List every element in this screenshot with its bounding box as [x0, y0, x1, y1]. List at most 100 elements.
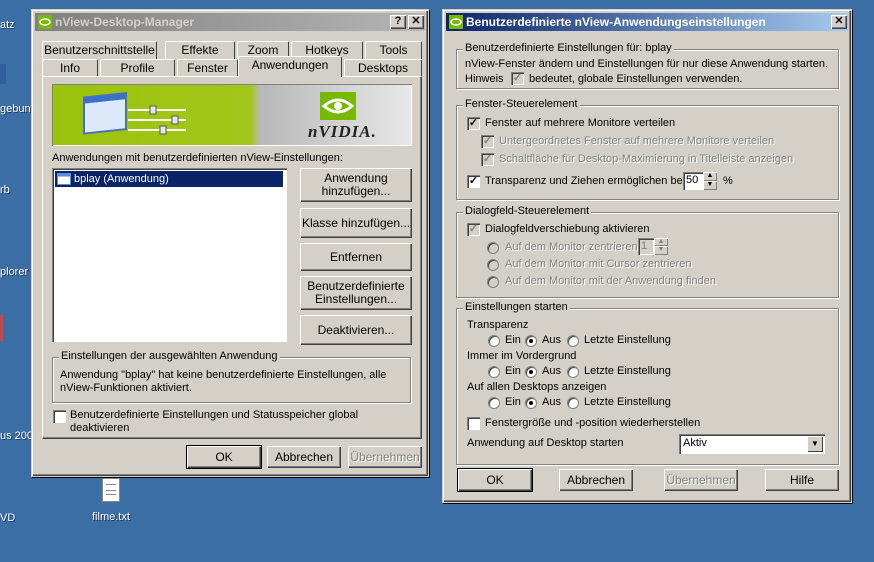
desktop-file-label[interactable]: filme.txt: [92, 511, 130, 523]
tab-tools[interactable]: Tools: [365, 41, 422, 59]
ok-button[interactable]: OK: [457, 468, 533, 492]
all-desktops-last-radio[interactable]: [567, 397, 579, 409]
transparency-drag-checkbox[interactable]: ✓: [467, 175, 480, 188]
maximize-button-label: Schaltfläche für Desktop-Maximierung in …: [499, 153, 794, 165]
all-desktops-last-label: Letzte Einstellung: [584, 396, 671, 408]
nvidia-banner: nVIDIA.: [52, 84, 412, 146]
tab-benutzerschnittstelle[interactable]: Benutzerschnittstelle: [42, 41, 157, 59]
desktop-label[interactable]: plorer: [0, 266, 28, 278]
title-bar[interactable]: nView-Desktop-Manager ? ✕: [35, 13, 425, 31]
center-cursor-label: Auf dem Monitor mit Cursor zentrieren: [505, 258, 692, 270]
transparency-percent-input[interactable]: 50: [683, 172, 703, 190]
ok-button[interactable]: OK: [186, 445, 262, 469]
list-item[interactable]: bplay (Anwendung): [55, 171, 283, 187]
group-title: Einstellungen starten: [463, 301, 570, 313]
tab-profile[interactable]: Profile: [100, 59, 175, 77]
nview-desktop-manager-window: nView-Desktop-Manager ? ✕ Benutzerschnit…: [31, 9, 429, 477]
desktop-label[interactable]: rb: [0, 184, 10, 196]
tab-info[interactable]: Info: [42, 59, 98, 77]
monitor-number-input[interactable]: 1: [638, 238, 654, 255]
center-cursor-radio[interactable]: [487, 259, 499, 271]
percent-unit: %: [723, 175, 733, 187]
applications-list-label: Anwendungen mit benutzerdefinierten nVie…: [52, 152, 343, 164]
custom-settings-button[interactable]: Benutzerdefinierte Einstellungen...: [300, 276, 412, 310]
global-disable-checkbox[interactable]: [53, 410, 66, 423]
help-button[interactable]: Hilfe: [765, 469, 839, 491]
desktop-icon[interactable]: [0, 315, 3, 341]
close-button[interactable]: ✕: [831, 15, 847, 29]
cancel-button[interactable]: Abbrechen: [267, 446, 341, 468]
add-class-button[interactable]: Klasse hinzufügen...: [300, 208, 412, 238]
group-description: nView-Fenster ändern und Einstellungen f…: [465, 58, 829, 70]
apply-button[interactable]: Übernehmen: [348, 446, 422, 468]
all-desktops-section-label: Auf allen Desktops anzeigen: [467, 381, 607, 393]
chevron-down-icon[interactable]: ▼: [807, 436, 823, 452]
transparency-on-radio[interactable]: [488, 335, 500, 347]
desktop-label[interactable]: VD: [0, 512, 15, 524]
on-top-last-radio[interactable]: [567, 366, 579, 378]
child-window-label: Untergeordnetes Fenster auf mehrere Moni…: [499, 135, 775, 147]
apply-button[interactable]: Übernehmen: [664, 469, 738, 491]
monitor-up-icon[interactable]: ▲: [654, 238, 668, 246]
center-on-monitor-radio[interactable]: [487, 242, 499, 254]
transparency-down-icon[interactable]: ▼: [703, 181, 717, 190]
app-window-illustration: [83, 92, 186, 135]
start-on-desktop-select[interactable]: Aktiv ▼: [679, 434, 825, 454]
remove-button[interactable]: Entfernen: [300, 243, 412, 271]
on-top-on-radio[interactable]: [488, 366, 500, 378]
spread-windows-label: Fenster auf mehrere Monitore verteilen: [485, 117, 676, 129]
custom-app-settings-window: Benutzerdefinierte nView-Anwendungseinst…: [442, 9, 852, 503]
transparency-last-label: Letzte Einstellung: [584, 334, 671, 346]
all-desktops-off-radio[interactable]: [525, 397, 537, 409]
dialog-move-checkbox[interactable]: ✓: [467, 223, 480, 236]
transparency-up-icon[interactable]: ▲: [703, 172, 717, 181]
on-top-on-label: Ein: [505, 365, 521, 377]
child-window-checkbox[interactable]: ✓: [481, 135, 494, 148]
start-on-desktop-label: Anwendung auf Desktop starten: [467, 437, 624, 449]
all-desktops-on-radio[interactable]: [488, 397, 500, 409]
monitor-down-icon[interactable]: ▼: [654, 246, 668, 255]
nvidia-eye-icon: [449, 15, 463, 29]
application-icon: [57, 173, 71, 185]
group-title: Dialogfeld-Steuerelement: [463, 205, 592, 217]
maximize-button-checkbox[interactable]: ✓: [481, 153, 494, 166]
hint-checkbox-sample: ✓: [511, 72, 524, 85]
deactivate-button[interactable]: Deaktivieren...: [300, 315, 412, 345]
window-title: Benutzerdefinierte nView-Anwendungseinst…: [466, 15, 766, 29]
cancel-button[interactable]: Abbrechen: [559, 469, 633, 491]
selected-application-info: Anwendung "bplay" hat keine benutzerdefi…: [60, 369, 387, 394]
startup-settings-group: Einstellungen starten Transparenz Ein Au…: [456, 301, 839, 465]
transparency-last-radio[interactable]: [567, 335, 579, 347]
find-app-monitor-radio[interactable]: [487, 276, 499, 288]
dialog-control-group: Dialogfeld-Steuerelement ✓ Dialogfeldver…: [456, 205, 839, 298]
custom-settings-for-group: Benutzerdefinierte Einstellungen für: bp…: [456, 42, 839, 89]
help-button[interactable]: ?: [390, 15, 406, 29]
add-application-button[interactable]: Anwendung hinzufügen...: [300, 168, 412, 202]
title-bar[interactable]: Benutzerdefinierte nView-Anwendungseinst…: [446, 13, 848, 31]
desktop-label[interactable]: us 200: [0, 430, 33, 442]
transparency-off-label: Aus: [542, 334, 561, 346]
text-file-icon[interactable]: [102, 478, 120, 502]
restore-size-position-label: Fenstergröße und -position wiederherstel…: [485, 417, 701, 429]
tab-fenster[interactable]: Fenster: [177, 59, 238, 77]
transparency-section-label: Transparenz: [467, 319, 529, 331]
on-top-off-radio[interactable]: [525, 366, 537, 378]
spread-windows-checkbox[interactable]: ✓: [467, 117, 480, 130]
close-button[interactable]: ✕: [408, 15, 424, 29]
hint-description: bedeutet, globale Einstellungen verwende…: [529, 73, 743, 85]
center-on-monitor-label: Auf dem Monitor zentrieren: [505, 241, 638, 253]
restore-size-position-checkbox[interactable]: [467, 417, 480, 430]
hint-label: Hinweis: [465, 73, 504, 85]
desktop-icon[interactable]: [0, 64, 6, 84]
group-title: Einstellungen der ausgewählten Anwendung: [59, 350, 280, 362]
window-control-group: Fenster-Steuerelement ✓ Fenster auf mehr…: [456, 98, 839, 200]
desktop-label[interactable]: atz: [0, 19, 15, 31]
tab-desktops[interactable]: Desktops: [344, 59, 422, 77]
on-top-last-label: Letzte Einstellung: [584, 365, 671, 377]
applications-list[interactable]: bplay (Anwendung): [52, 168, 287, 342]
transparency-off-radio[interactable]: [525, 335, 537, 347]
tab-effekte[interactable]: Effekte: [165, 41, 235, 59]
tab-anwendungen[interactable]: Anwendungen: [238, 56, 342, 77]
all-desktops-on-label: Ein: [505, 396, 521, 408]
global-disable-label: Benutzerdefinierte Einstellungen und Sta…: [70, 409, 359, 434]
